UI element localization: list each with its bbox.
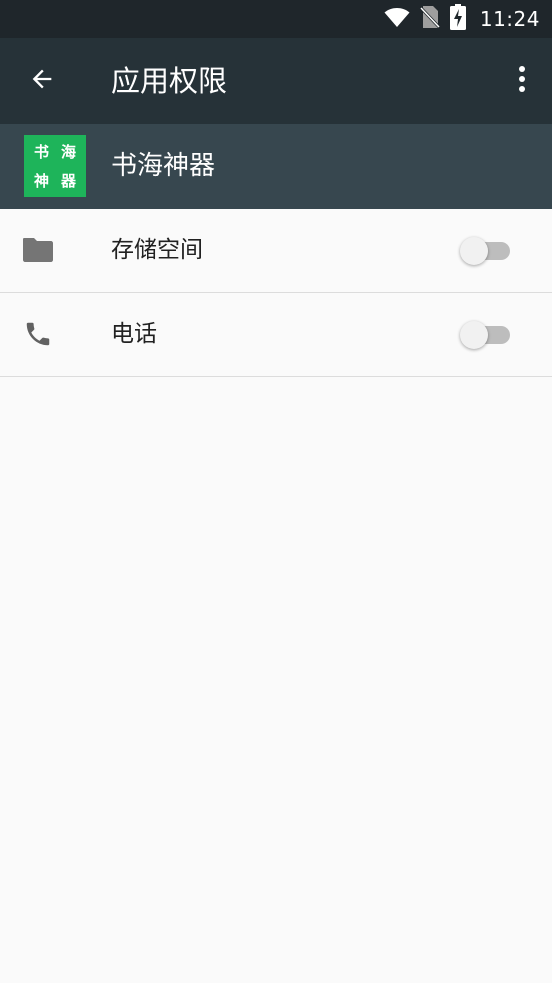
phone-toggle[interactable] (460, 321, 512, 349)
status-bar: 11:24 (0, 0, 552, 38)
app-icon: 书 海 神 器 (24, 135, 86, 197)
switch-thumb (460, 321, 488, 349)
wifi-icon (384, 6, 410, 32)
phone-icon (21, 317, 55, 351)
app-icon-char: 海 (60, 143, 76, 161)
app-name: 书海神器 (111, 151, 216, 181)
app-icon-char: 神 (33, 172, 49, 190)
battery-charging-icon (449, 4, 466, 34)
permission-label: 电话 (111, 321, 157, 347)
permission-label: 存储空间 (111, 237, 203, 263)
back-button[interactable] (14, 55, 70, 107)
more-vert-icon (518, 65, 526, 97)
no-sim-icon (419, 5, 440, 33)
page-title: 应用权限 (111, 64, 228, 98)
switch-thumb (460, 237, 488, 265)
status-time: 11:24 (479, 7, 540, 31)
permission-list: 存储空间 电话 (0, 209, 552, 377)
app-icon-char: 书 (33, 143, 49, 161)
status-icons: 11:24 (384, 0, 540, 38)
toolbar: 应用权限 (0, 38, 552, 124)
arrow-back-icon (28, 65, 56, 97)
app-header: 书 海 神 器 书海神器 (0, 124, 552, 209)
folder-icon (21, 233, 55, 267)
permission-row-storage[interactable]: 存储空间 (0, 209, 552, 293)
storage-toggle[interactable] (460, 237, 512, 265)
permission-row-phone[interactable]: 电话 (0, 293, 552, 377)
overflow-menu-button[interactable] (504, 57, 540, 105)
app-icon-char: 器 (60, 172, 76, 190)
